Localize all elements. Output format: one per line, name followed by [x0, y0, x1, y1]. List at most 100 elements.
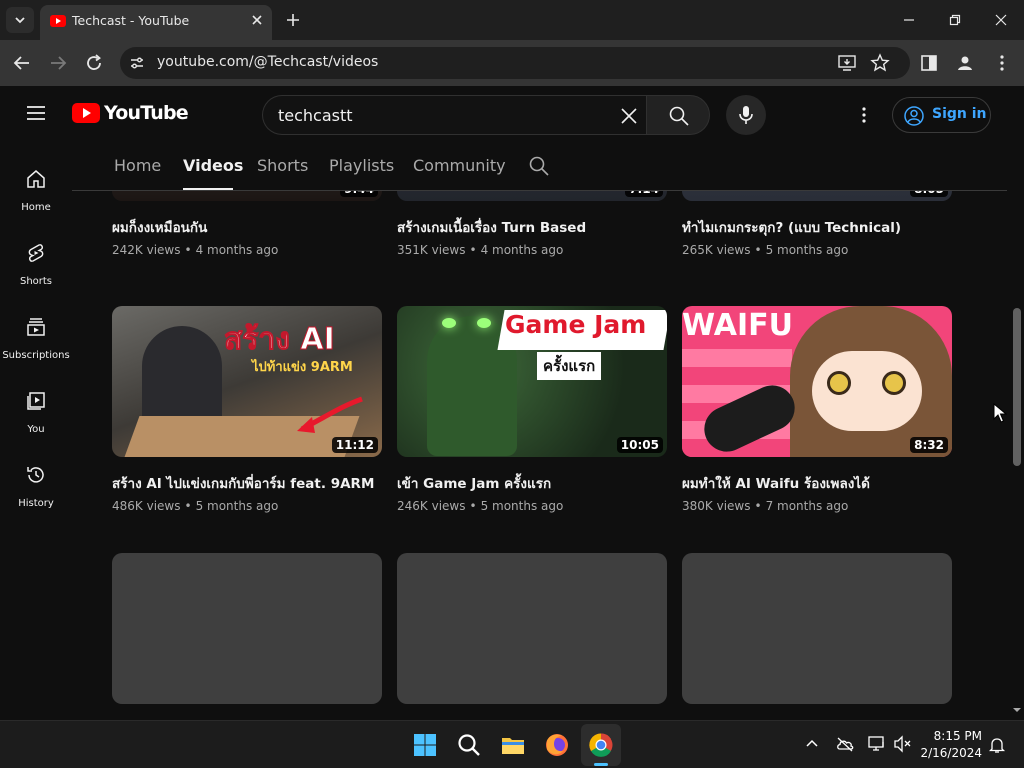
profile-icon[interactable] [954, 52, 976, 74]
youtube-masthead: YouTube techcastt Sign in [0, 86, 1010, 142]
side-panel-icon[interactable] [918, 52, 940, 74]
video-title[interactable]: เข้า Game Jam ครั้งแรก [397, 472, 667, 494]
glowing-eye [477, 318, 491, 328]
view-count: 351K views [397, 243, 466, 257]
tab-videos[interactable]: Videos [183, 156, 243, 175]
notification-bell-icon[interactable] [988, 736, 1006, 754]
hamburger-menu-icon[interactable] [25, 104, 47, 122]
view-count: 380K views [682, 499, 751, 513]
forward-arrow-icon[interactable] [46, 51, 70, 75]
clock-time[interactable]: 8:15 PM [924, 729, 982, 743]
view-count: 265K views [682, 243, 751, 257]
scroll-down-arrow-icon[interactable] [1013, 706, 1021, 714]
sidebar-item-label: You [27, 424, 45, 435]
sidebar-item-subscriptions[interactable]: Subscriptions [0, 308, 72, 376]
video-card-placeholder[interactable] [397, 553, 667, 720]
upload-age: 4 months ago [480, 243, 564, 257]
upload-age: 5 months ago [480, 499, 564, 513]
address-bar[interactable]: youtube.com/@Techcast/videos [120, 47, 910, 79]
tab-community[interactable]: Community [413, 156, 506, 175]
voice-search-button[interactable] [726, 95, 766, 135]
search-button[interactable] [646, 95, 710, 135]
video-thumbnail[interactable]: Game Jam ครั้งแรก 10:05 [397, 306, 667, 457]
video-title[interactable]: ผมทำให้ AI Waifu ร้องเพลงได้ [682, 472, 952, 494]
page-scrollbar[interactable] [1010, 86, 1024, 720]
window-close-icon[interactable] [989, 8, 1013, 32]
active-tab-indicator [183, 188, 233, 190]
youtube-logo-text[interactable]: YouTube [104, 102, 189, 124]
tray-chevron-up-icon[interactable] [804, 736, 820, 752]
upload-age: 7 months ago [765, 499, 849, 513]
video-title[interactable]: สร้างเกมเนื้อเรื่อง Turn Based [397, 216, 667, 238]
anime-eye [827, 371, 851, 395]
reload-icon[interactable] [82, 51, 106, 75]
video-thumbnail-placeholder [112, 553, 382, 704]
microphone-icon [739, 106, 753, 124]
taskbar-search-icon[interactable] [455, 731, 483, 759]
history-icon [27, 467, 44, 483]
video-card-placeholder[interactable] [112, 553, 382, 720]
video-title[interactable]: ผมก็งงเหมือนกัน [112, 216, 382, 238]
volume-muted-icon[interactable] [893, 735, 913, 753]
settings-more-icon[interactable] [853, 104, 875, 126]
clock-date[interactable]: 2/16/2024 [914, 746, 982, 760]
bookmark-star-icon[interactable] [869, 52, 891, 74]
sign-in-button[interactable]: Sign in [892, 97, 991, 133]
video-title[interactable]: สร้าง AI ไปแข่งเกมกับพี่อาร์ม feat. 9ARM [112, 472, 382, 494]
minimize-icon[interactable] [897, 8, 921, 32]
youtube-logo-icon[interactable] [72, 103, 100, 123]
shorts-icon [28, 244, 44, 262]
sidebar-item-home[interactable]: Home [0, 160, 72, 228]
file-explorer-icon[interactable] [499, 731, 527, 759]
tab-close-icon[interactable] [248, 11, 266, 29]
sidebar-item-label: Home [21, 202, 51, 213]
sign-in-label: Sign in [932, 106, 987, 122]
thumbnail-text: Game Jam [505, 310, 647, 339]
chevron-down-icon [15, 17, 25, 24]
tab-home[interactable]: Home [114, 156, 161, 175]
tab-title: Techcast - YouTube [72, 13, 190, 28]
video-thumbnail[interactable]: สร้าง AI ไปท้าแข่ง 9ARM 11:12 [112, 306, 382, 457]
video-card[interactable]: Game Jam ครั้งแรก 10:05 เข้า Game Jam คร… [397, 306, 667, 546]
clear-search-icon[interactable] [619, 106, 639, 126]
video-card-placeholder[interactable] [682, 553, 952, 720]
video-title[interactable]: ทำไมเกมกระตุก? (แบบ Technical) [682, 216, 952, 238]
thumbnail-subtext: ครั้งแรก [537, 352, 602, 380]
youtube-favicon-icon [50, 15, 66, 27]
windows-start-icon[interactable] [411, 731, 439, 759]
youtube-page: 9:44 ผมก็งงเหมือนกัน 242K views•4 months… [0, 86, 1024, 720]
sidebar-item-you[interactable]: You [0, 382, 72, 450]
video-thumbnail[interactable]: WAIFU 8:32 [682, 306, 952, 457]
sidebar-item-shorts[interactable]: Shorts [0, 234, 72, 302]
view-count: 486K views [112, 499, 181, 513]
red-arrow-icon [297, 396, 363, 433]
url-text: youtube.com/@Techcast/videos [157, 54, 379, 70]
video-duration: 8:32 [910, 437, 948, 453]
firefox-icon[interactable] [543, 731, 571, 759]
video-card[interactable]: สร้าง AI ไปท้าแข่ง 9ARM 11:12 สร้าง AI ไ… [112, 306, 382, 546]
anime-eye [882, 371, 906, 395]
restore-icon[interactable] [943, 8, 967, 32]
new-tab-plus-icon[interactable] [282, 9, 304, 31]
network-display-icon[interactable] [867, 735, 887, 753]
view-count: 242K views [112, 243, 181, 257]
scrollbar-thumb[interactable] [1013, 308, 1021, 466]
install-app-icon[interactable] [836, 52, 858, 74]
chrome-icon[interactable] [587, 731, 615, 759]
onedrive-cloud-icon[interactable] [835, 735, 855, 753]
browser-tab-youtube[interactable]: Techcast - YouTube [40, 5, 272, 40]
sidebar-item-history[interactable]: History [0, 456, 72, 524]
search-input[interactable]: techcastt [262, 95, 648, 135]
sidebar-item-label: History [18, 498, 54, 509]
back-arrow-icon[interactable] [10, 51, 34, 75]
tab-shorts[interactable]: Shorts [257, 156, 308, 175]
video-card[interactable]: WAIFU 8:32 ผมทำให้ AI Waifu ร้องเพลงได้ … [682, 306, 952, 546]
windows-taskbar: 8:15 PM 2/16/2024 [0, 720, 1024, 768]
mouse-cursor-icon [993, 403, 1007, 423]
site-settings-icon[interactable] [129, 55, 145, 71]
channel-search-icon[interactable] [528, 155, 550, 177]
tab-playlists[interactable]: Playlists [329, 156, 394, 175]
browser-menu-icon[interactable] [991, 52, 1013, 74]
tab-search-button[interactable] [6, 7, 34, 33]
mini-guide-sidebar: Home Shorts Subscriptions You History [0, 142, 72, 720]
